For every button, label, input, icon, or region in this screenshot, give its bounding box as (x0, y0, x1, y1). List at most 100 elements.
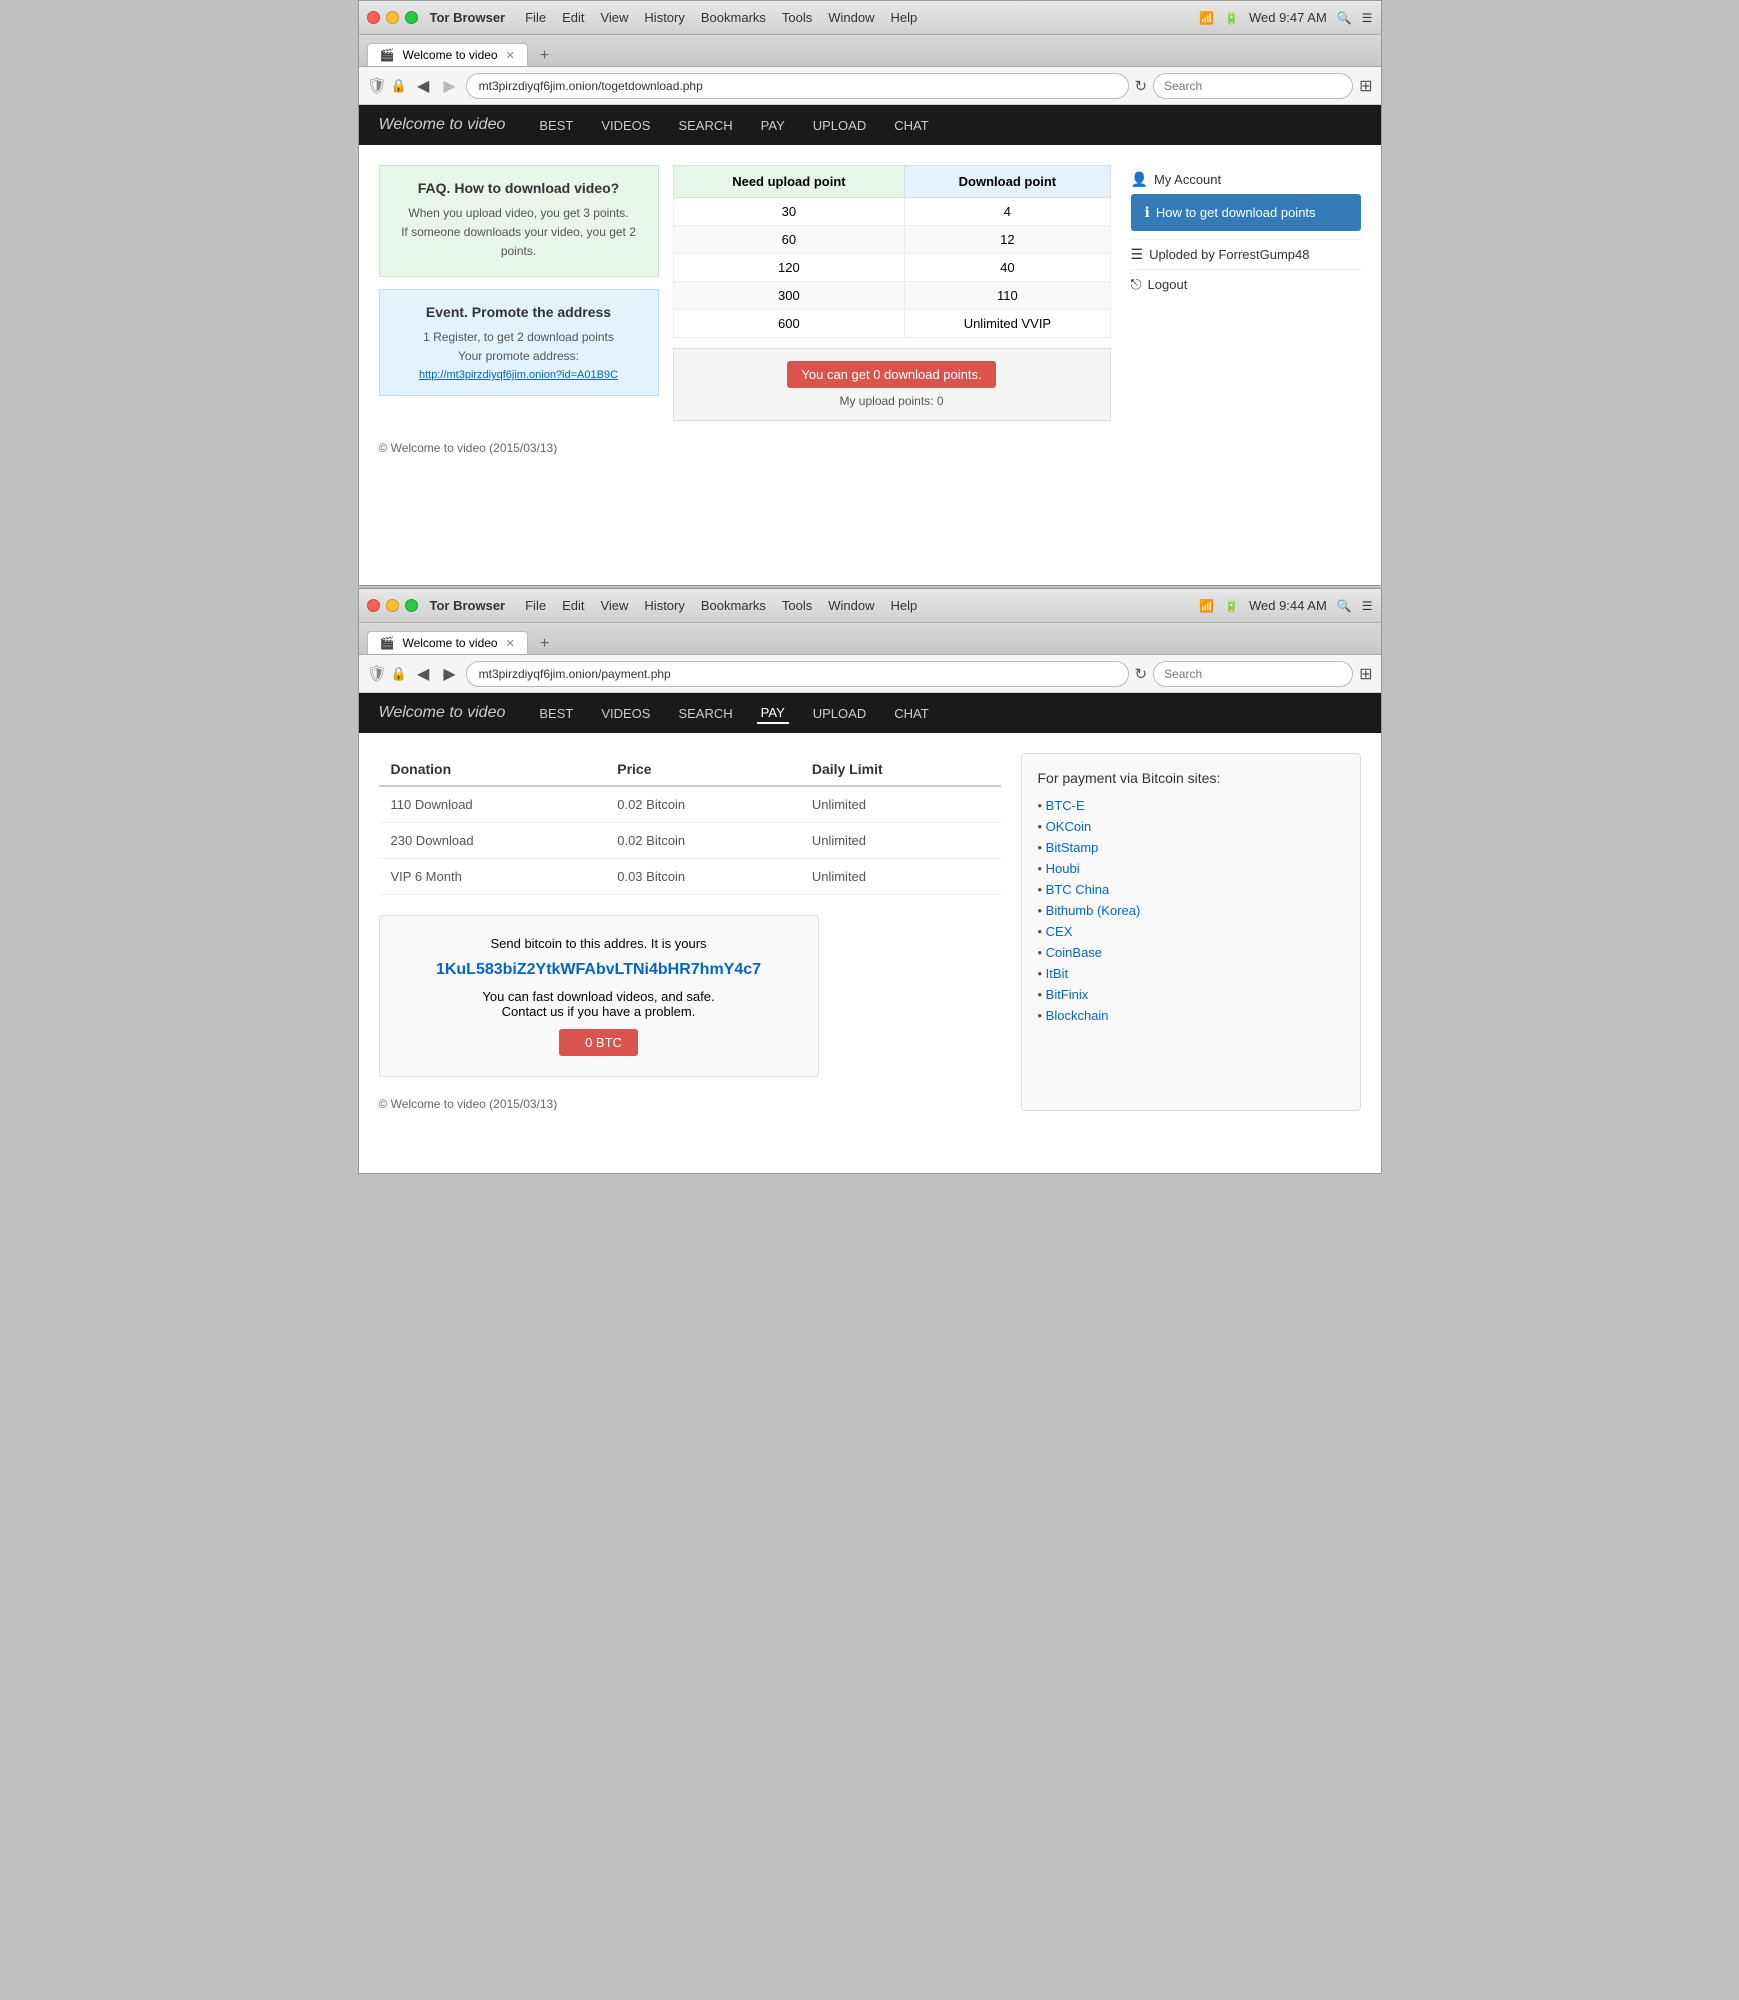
reload-button-1[interactable]: ↻ (1135, 77, 1148, 95)
menu-view-2[interactable]: View (600, 598, 628, 613)
menu-help-2[interactable]: Help (891, 598, 918, 613)
site-houbi[interactable]: Houbi (1046, 861, 1080, 876)
nav-search-1[interactable]: SEARCH (674, 116, 736, 135)
table-row: 230 Download 0.02 Bitcoin Unlimited (379, 823, 1001, 859)
menu-window-2[interactable]: Window (828, 598, 874, 613)
how-to-label: How to get download points (1156, 205, 1316, 220)
site-okcoin[interactable]: OKCoin (1046, 819, 1092, 834)
new-tab-button-2[interactable]: + (532, 634, 557, 654)
site-itbit[interactable]: ItBit (1046, 966, 1068, 981)
clock-1: Wed 9:47 AM (1249, 10, 1327, 25)
uploaded-by-link[interactable]: Uploded by ForrestGump48 (1131, 239, 1361, 269)
how-to-button[interactable]: How to get download points (1131, 194, 1361, 231)
my-account-link[interactable]: My Account (1131, 165, 1361, 194)
minimize-button-1[interactable] (386, 11, 399, 24)
nav-best-2[interactable]: BEST (535, 704, 577, 723)
nav-best-1[interactable]: BEST (535, 116, 577, 135)
site-bitfinix[interactable]: BitFinix (1046, 987, 1089, 1002)
menu-file-1[interactable]: File (525, 10, 546, 25)
nav-videos-2[interactable]: VIDEOS (597, 704, 654, 723)
browser-window-2: Tor Browser File Edit View History Bookm… (358, 588, 1382, 1174)
tab-close-2[interactable]: ✕ (506, 637, 515, 650)
upload-points-text: My upload points: 0 (686, 394, 1098, 408)
menu-bookmarks-2[interactable]: Bookmarks (701, 598, 766, 613)
site-cex[interactable]: CEX (1046, 924, 1073, 939)
back-button-1[interactable]: ◀ (413, 74, 433, 98)
tabbar-1: 🎬 Welcome to video ✕ + (359, 35, 1381, 67)
titlebar-1: Tor Browser File Edit View History Bookm… (359, 1, 1381, 35)
search-icon-2[interactable]: 🔍 (1337, 599, 1352, 613)
tab-close-1[interactable]: ✕ (506, 49, 515, 62)
site-bithumb[interactable]: Bithumb (Korea) (1046, 903, 1141, 918)
menu-view-1[interactable]: View (600, 10, 628, 25)
list-item: ItBit (1038, 966, 1344, 981)
site-brand-1[interactable]: Welcome to video (379, 116, 506, 134)
nav-upload-2[interactable]: UPLOAD (809, 704, 870, 723)
limit-val-2: Unlimited (800, 823, 1001, 859)
nav-chat-1[interactable]: CHAT (890, 116, 932, 135)
nav-pay-2[interactable]: PAY (757, 703, 789, 724)
menu-history-2[interactable]: History (644, 598, 684, 613)
info-boxes-1: FAQ. How to download video? When you upl… (379, 165, 659, 421)
tab-welcome-video-1[interactable]: 🎬 Welcome to video ✕ (367, 43, 528, 66)
site-bitstamp[interactable]: BitStamp (1046, 840, 1099, 855)
event-link[interactable]: http://mt3pirzdiyqf6jim.onion?id=A01B9C (419, 369, 618, 381)
info-icon (1145, 204, 1150, 221)
menu-icon-2[interactable]: ☰ (1362, 599, 1373, 613)
battery-icon: 🔋 (1224, 11, 1239, 25)
cannot-get-button[interactable]: You can get 0 download points. (787, 361, 995, 388)
site-brand-2[interactable]: Welcome to video (379, 704, 506, 722)
menu-edit-2[interactable]: Edit (562, 598, 584, 613)
reload-button-2[interactable]: ↻ (1135, 665, 1148, 683)
security-shield-icon-2: 🛡 (367, 664, 387, 684)
maximize-button-1[interactable] (405, 11, 418, 24)
menu-tools-2[interactable]: Tools (782, 598, 812, 613)
nav-pay-1[interactable]: PAY (757, 116, 789, 135)
faq-line1: When you upload video, you get 3 points. (394, 204, 644, 223)
site-btcchina[interactable]: BTC China (1046, 882, 1110, 897)
nav-upload-1[interactable]: UPLOAD (809, 116, 870, 135)
maximize-button-2[interactable] (405, 599, 418, 612)
close-button-2[interactable] (367, 599, 380, 612)
menu-help-1[interactable]: Help (891, 10, 918, 25)
menu-tools-1[interactable]: Tools (782, 10, 812, 25)
event-title: Event. Promote the address (394, 304, 644, 320)
tab-welcome-video-2[interactable]: 🎬 Welcome to video ✕ (367, 631, 528, 654)
sidebar-toggle-1[interactable]: ⊞ (1359, 76, 1372, 96)
menu-edit-1[interactable]: Edit (562, 10, 584, 25)
menu-window-1[interactable]: Window (828, 10, 874, 25)
logout-link[interactable]: Logout (1131, 269, 1361, 299)
search-input-2[interactable] (1153, 661, 1353, 687)
nav-videos-1[interactable]: VIDEOS (597, 116, 654, 135)
site-btce[interactable]: BTC-E (1046, 798, 1085, 813)
address-field-2[interactable] (466, 661, 1129, 687)
close-button-1[interactable] (367, 11, 380, 24)
new-tab-button-1[interactable]: + (532, 46, 557, 66)
menu-history-1[interactable]: History (644, 10, 684, 25)
payment-sites-list: BTC-E OKCoin BitStamp Houbi BTC China Bi… (1038, 798, 1344, 1023)
search-input-1[interactable] (1153, 73, 1353, 99)
nav-search-2[interactable]: SEARCH (674, 704, 736, 723)
forward-button-1[interactable]: ▶ (439, 74, 459, 98)
menu-icon-1[interactable]: ☰ (1362, 11, 1373, 25)
addressbar-1: 🛡 🔒 ◀ ▶ ↻ ⊞ (359, 67, 1381, 105)
nav-chat-2[interactable]: CHAT (890, 704, 932, 723)
browser-window-1: Tor Browser File Edit View History Bookm… (358, 0, 1382, 586)
points-section: Need upload point Download point 30 4 (673, 165, 1111, 421)
site-blockchain[interactable]: Blockchain (1046, 1008, 1109, 1023)
download-val-1: 4 (905, 198, 1110, 226)
sidebar-toggle-2[interactable]: ⊞ (1359, 664, 1372, 684)
search-icon-1[interactable]: 🔍 (1337, 11, 1352, 25)
btc-button[interactable]: 0 BTC (559, 1029, 638, 1056)
list-item: CoinBase (1038, 945, 1344, 960)
menu-file-2[interactable]: File (525, 598, 546, 613)
bitcoin-address[interactable]: 1KuL583biZ2YtkWFAbvLTNi4bHR7hmY4c7 (400, 961, 798, 979)
menu-bookmarks-1[interactable]: Bookmarks (701, 10, 766, 25)
address-field-1[interactable] (466, 73, 1129, 99)
faq-line2: If someone downloads your video, you get… (394, 223, 644, 261)
site-coinbase[interactable]: CoinBase (1046, 945, 1102, 960)
minimize-button-2[interactable] (386, 599, 399, 612)
forward-button-2[interactable]: ▶ (439, 662, 459, 686)
back-button-2[interactable]: ◀ (413, 662, 433, 686)
download-val-3: 40 (905, 254, 1110, 282)
